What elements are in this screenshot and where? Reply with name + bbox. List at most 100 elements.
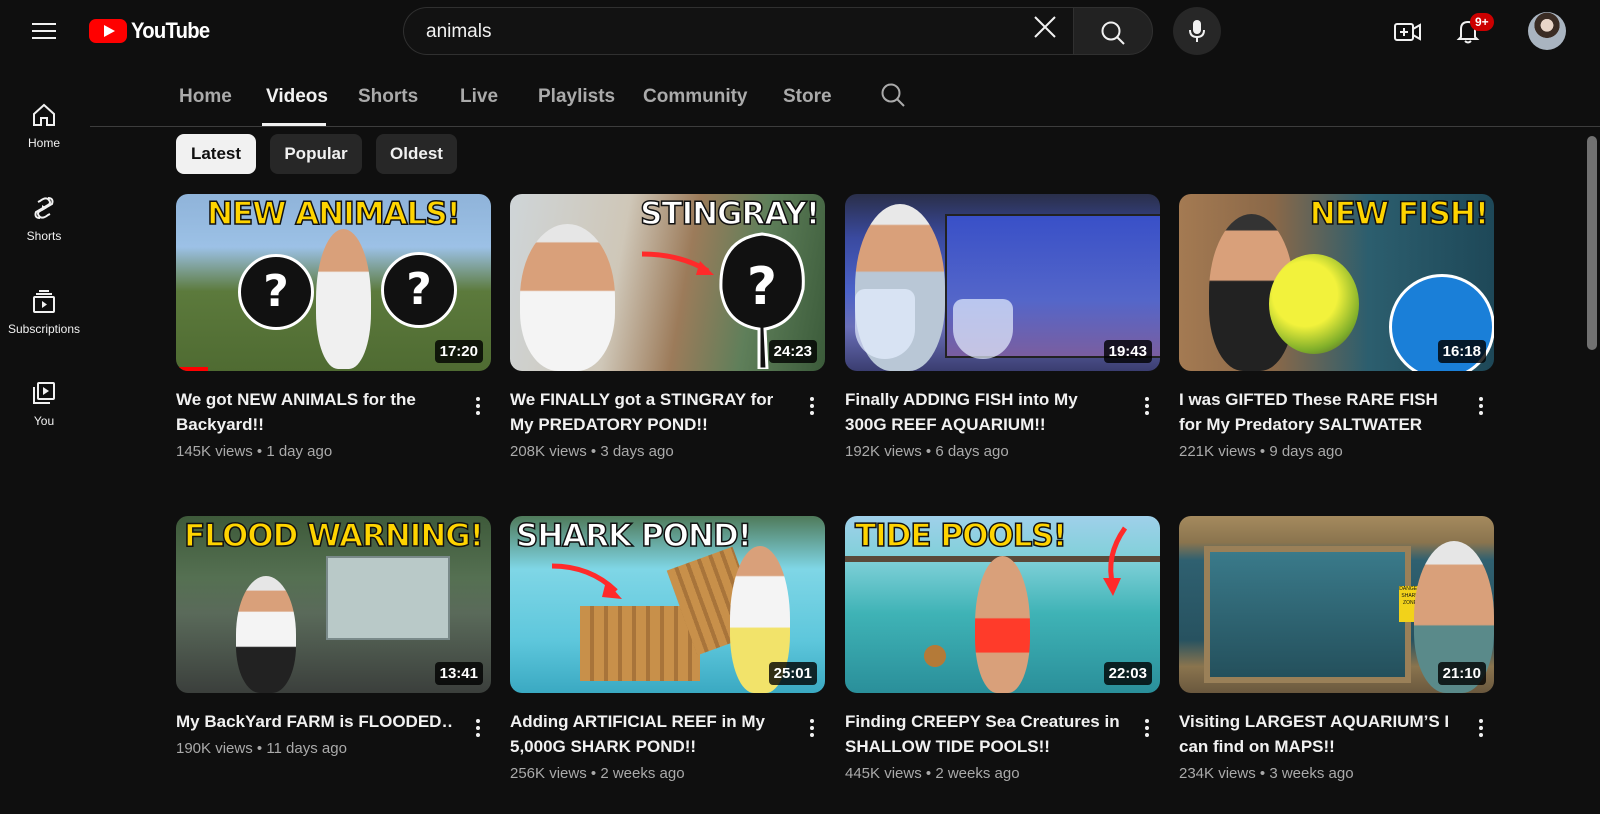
active-tab-indicator <box>262 123 326 126</box>
scrollbar-thumb[interactable] <box>1587 136 1597 350</box>
video-metadata: 221K views • 9 days ago <box>1179 443 1343 460</box>
more-actions-icon[interactable] <box>1472 716 1490 740</box>
tab-community[interactable]: Community <box>643 86 748 108</box>
tab-videos[interactable]: Videos <box>266 86 328 108</box>
video-title[interactable]: Visiting LARGEST AQUARIUM’S I can find o… <box>1179 709 1457 759</box>
more-actions-icon[interactable] <box>1472 394 1490 418</box>
more-actions-icon[interactable] <box>469 716 487 740</box>
view-count: 221K views <box>1179 443 1256 460</box>
view-count: 208K views <box>510 443 587 460</box>
sidebar-item-home[interactable]: Home <box>0 86 88 162</box>
video-thumbnail[interactable]: NEW FISH! 16:18 <box>1179 194 1494 371</box>
notification-count-badge: 9+ <box>1470 13 1494 31</box>
view-count: 234K views <box>1179 765 1256 782</box>
masthead: YouTube 9+ <box>0 0 1600 64</box>
tab-playlists[interactable]: Playlists <box>538 86 615 108</box>
video-thumbnail[interactable]: FLOOD WARNING! 13:41 <box>176 516 491 693</box>
video-card: ? STINGRAY! 24:23 We FINALLY got a STING… <box>510 194 825 460</box>
fish-graphic <box>1269 254 1359 354</box>
video-thumbnail[interactable]: DANGER SHARK ZONE 21:10 <box>1179 516 1494 693</box>
upload-age: 3 days ago <box>600 443 674 460</box>
youtube-logo[interactable]: YouTube <box>89 17 216 45</box>
video-thumbnail[interactable]: 19:43 <box>845 194 1160 371</box>
view-count: 445K views <box>845 765 922 782</box>
more-actions-icon[interactable] <box>1138 716 1156 740</box>
duration-badge: 16:18 <box>1437 340 1486 363</box>
subscriptions-icon <box>33 290 55 313</box>
search-icon <box>1101 21 1125 45</box>
video-title[interactable]: I was GIFTED These RARE FISH for My Pred… <box>1179 387 1457 437</box>
thumbnail-text: NEW ANIMALS! <box>206 195 461 233</box>
video-metadata: 192K views • 6 days ago <box>845 443 1009 460</box>
tab-shorts[interactable]: Shorts <box>358 86 418 108</box>
video-card: TIDE POOLS! 22:03 Finding CREEPY Sea Cre… <box>845 516 1160 782</box>
video-title[interactable]: Finally ADDING FISH into My 300G REEF AQ… <box>845 387 1123 437</box>
tab-live[interactable]: Live <box>460 86 498 108</box>
video-card: NEW FISH! 16:18 I was GIFTED These RARE … <box>1179 194 1494 460</box>
octopus-graphic <box>905 636 965 676</box>
voice-search-button[interactable] <box>1173 7 1221 55</box>
video-metadata: 190K views • 11 days ago <box>176 740 347 757</box>
duration-badge: 22:03 <box>1103 662 1152 685</box>
view-count: 145K views <box>176 443 253 460</box>
crate-graphic <box>580 606 700 681</box>
svg-text:?: ? <box>747 257 777 317</box>
question-mark-graphic: ? <box>238 254 314 330</box>
more-actions-icon[interactable] <box>1138 394 1156 418</box>
search-button[interactable] <box>1073 7 1153 55</box>
video-metadata: 208K views • 3 days ago <box>510 443 674 460</box>
video-card: ? ? NEW ANIMALS! 17:20 We got NEW ANIMAL… <box>176 194 491 460</box>
duration-badge: 25:01 <box>768 662 817 685</box>
video-thumbnail[interactable]: ? STINGRAY! 24:23 <box>510 194 825 371</box>
view-count: 190K views <box>176 740 253 757</box>
video-card: FLOOD WARNING! 13:41 My BackYard FARM is… <box>176 516 491 757</box>
clear-search-icon[interactable] <box>1033 15 1065 47</box>
tab-home[interactable]: Home <box>179 86 232 108</box>
video-thumbnail[interactable]: ? ? NEW ANIMALS! 17:20 <box>176 194 491 371</box>
more-actions-icon[interactable] <box>803 394 821 418</box>
sidebar-item-label: Home <box>27 136 60 150</box>
video-metadata: 234K views • 3 weeks ago <box>1179 765 1354 782</box>
duration-badge: 19:43 <box>1103 340 1152 363</box>
upload-age: 2 weeks ago <box>935 765 1020 782</box>
watch-progress-bar <box>176 367 208 371</box>
more-actions-icon[interactable] <box>469 394 487 418</box>
thumbnail-text: NEW FISH! <box>1309 195 1490 233</box>
duration-badge: 17:20 <box>434 340 483 363</box>
video-card: 19:43 Finally ADDING FISH into My 300G R… <box>845 194 1160 460</box>
tab-store[interactable]: Store <box>783 86 832 108</box>
video-metadata: 256K views • 2 weeks ago <box>510 765 685 782</box>
video-card: SHARK POND! 25:01 Adding ARTIFICIAL REEF… <box>510 516 825 782</box>
video-title[interactable]: Finding CREEPY Sea Creatures in SHALLOW … <box>845 709 1123 759</box>
more-actions-icon[interactable] <box>803 716 821 740</box>
microphone-icon <box>1189 20 1205 42</box>
chip-latest[interactable]: Latest <box>176 134 256 174</box>
video-card: DANGER SHARK ZONE 21:10 Visiting LARGEST… <box>1179 516 1494 782</box>
video-thumbnail[interactable]: TIDE POOLS! 22:03 <box>845 516 1160 693</box>
thumbnail-text: STINGRAY! <box>639 195 820 233</box>
channel-search-icon[interactable] <box>880 82 906 113</box>
youtube-play-icon <box>89 19 127 43</box>
upload-age: 2 weeks ago <box>600 765 685 782</box>
video-title[interactable]: Adding ARTIFICIAL REEF in My 5,000G SHAR… <box>510 709 788 759</box>
home-icon <box>33 103 55 126</box>
video-thumbnail[interactable]: SHARK POND! 25:01 <box>510 516 825 693</box>
create-video-icon[interactable] <box>1392 16 1424 48</box>
sidebar-item-you[interactable]: You <box>0 364 88 440</box>
sidebar-item-subscriptions[interactable]: Subscriptions <box>0 272 88 348</box>
view-count: 192K views <box>845 443 922 460</box>
chip-popular[interactable]: Popular <box>270 134 362 174</box>
sidebar-item-shorts[interactable]: Shorts <box>0 179 88 255</box>
video-title[interactable]: My BackYard FARM is FLOODED… <box>176 709 454 734</box>
upload-age: 9 days ago <box>1269 443 1343 460</box>
sidebar-item-label: Subscriptions <box>7 322 81 336</box>
upload-age: 6 days ago <box>935 443 1009 460</box>
chip-oldest[interactable]: Oldest <box>376 134 457 174</box>
menu-icon[interactable] <box>28 17 60 45</box>
video-title[interactable]: We FINALLY got a STINGRAY for My PREDATO… <box>510 387 788 437</box>
search-input[interactable] <box>424 8 988 56</box>
video-metadata: 145K views • 1 day ago <box>176 443 333 460</box>
video-title[interactable]: We got NEW ANIMALS for the Backyard!! <box>176 387 454 437</box>
upload-age: 3 weeks ago <box>1269 765 1354 782</box>
avatar[interactable] <box>1528 12 1566 50</box>
